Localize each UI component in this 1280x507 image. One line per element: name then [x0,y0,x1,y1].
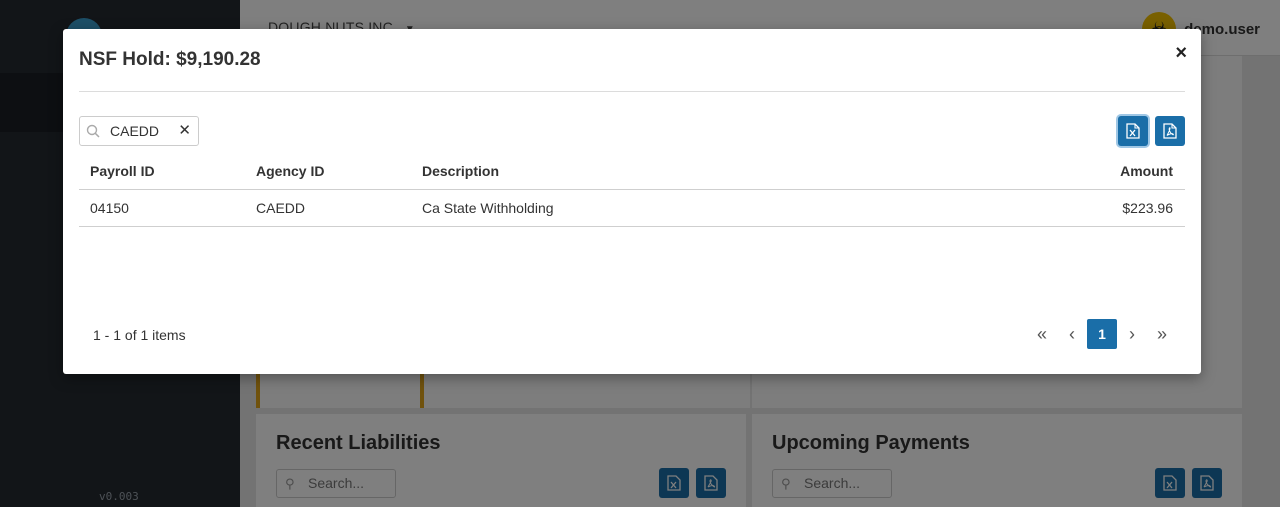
search-input[interactable] [110,122,174,140]
table-row[interactable]: 04150 CAEDD Ca State Withholding $223.96 [79,190,1185,227]
column-header-amount[interactable]: Amount [1025,163,1185,179]
column-header-agency-id[interactable]: Agency ID [245,163,411,179]
column-header-description[interactable]: Description [411,163,1025,179]
pager-info: 1 - 1 of 1 items [93,327,186,343]
close-icon[interactable]: × [1175,43,1187,63]
grid-search-field[interactable]: ✕ [79,116,199,146]
clear-icon[interactable]: ✕ [178,123,191,139]
page-number-button[interactable]: 1 [1087,319,1117,349]
export-pdf-button[interactable] [1155,116,1185,146]
cell-description: Ca State Withholding [422,200,554,216]
cell-agency-id: CAEDD [256,200,306,216]
dialog-title: NSF Hold: $9,190.28 [79,49,261,70]
cell-amount: $223.96 [1122,200,1173,216]
column-header-payroll-id[interactable]: Payroll ID [79,163,245,179]
grid-header-row: Payroll ID Agency ID Description Amount [79,153,1185,190]
file-pdf-icon [1163,123,1177,139]
file-excel-icon [1126,123,1140,139]
cell-payroll-id: 04150 [90,200,129,216]
last-page-icon[interactable]: » [1147,319,1177,349]
nsf-hold-dialog: NSF Hold: $9,190.28 × ✕ Payroll ID Agenc… [63,29,1201,374]
pager: « ‹ 1 › » [1027,319,1177,349]
export-excel-button[interactable] [1118,116,1148,146]
search-icon [86,124,100,138]
prev-page-icon[interactable]: ‹ [1057,319,1087,349]
divider [79,91,1185,92]
nsf-hold-grid: Payroll ID Agency ID Description Amount … [79,153,1185,227]
next-page-icon[interactable]: › [1117,319,1147,349]
first-page-icon[interactable]: « [1027,319,1057,349]
